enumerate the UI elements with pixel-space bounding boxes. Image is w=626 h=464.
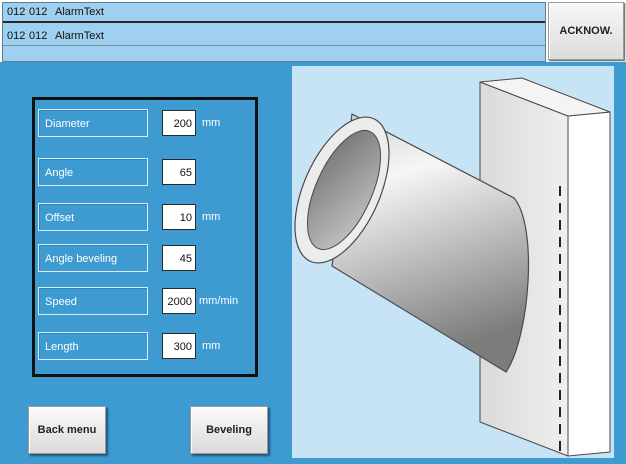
back-menu-button[interactable]: Back menu <box>28 406 106 454</box>
alarm-text: AlarmText <box>55 6 104 18</box>
angle-input[interactable]: 65 <box>162 159 196 185</box>
diameter-input[interactable]: 200 <box>162 110 196 136</box>
acknowledge-button[interactable]: ACKNOW. <box>548 2 624 60</box>
length-input[interactable]: 300 <box>162 333 196 359</box>
length-label: Length <box>38 332 148 360</box>
diameter-label: Diameter <box>38 109 148 137</box>
main-panel: Diameter 200 mm Angle 65 Offset 10 mm An… <box>0 62 626 464</box>
alarm-code: 012 <box>7 30 26 42</box>
hmi-screen: 012 012 AlarmText 012 012 AlarmText ACKN… <box>0 0 626 464</box>
beveling-button[interactable]: Beveling <box>190 406 268 454</box>
speed-label: Speed <box>38 287 148 315</box>
angle-beveling-input[interactable]: 45 <box>162 245 196 271</box>
plate-side-face <box>567 111 611 457</box>
speed-input[interactable]: 2000 <box>162 288 196 314</box>
offset-label: Offset <box>38 203 148 231</box>
alarm-row[interactable]: 012 012 AlarmText <box>3 3 545 23</box>
alarm-subcode: 012 <box>29 6 48 18</box>
offset-unit: mm <box>202 211 221 223</box>
diameter-unit: mm <box>202 117 221 129</box>
speed-unit: mm/min <box>199 295 239 307</box>
alarm-list[interactable]: 012 012 AlarmText 012 012 AlarmText <box>2 2 546 62</box>
pipe-on-plate-drawing <box>294 77 611 457</box>
alarm-row[interactable]: 012 012 AlarmText <box>3 27 545 46</box>
length-unit: mm <box>202 340 221 352</box>
alarm-code: 012 <box>7 6 26 18</box>
angle-beveling-label: Angle beveling <box>38 244 148 272</box>
offset-input[interactable]: 10 <box>162 204 196 230</box>
alarm-subcode: 012 <box>29 30 48 42</box>
pipe-beveling-illustration <box>292 66 614 458</box>
alarm-text: AlarmText <box>55 30 104 42</box>
angle-label: Angle <box>38 158 148 186</box>
